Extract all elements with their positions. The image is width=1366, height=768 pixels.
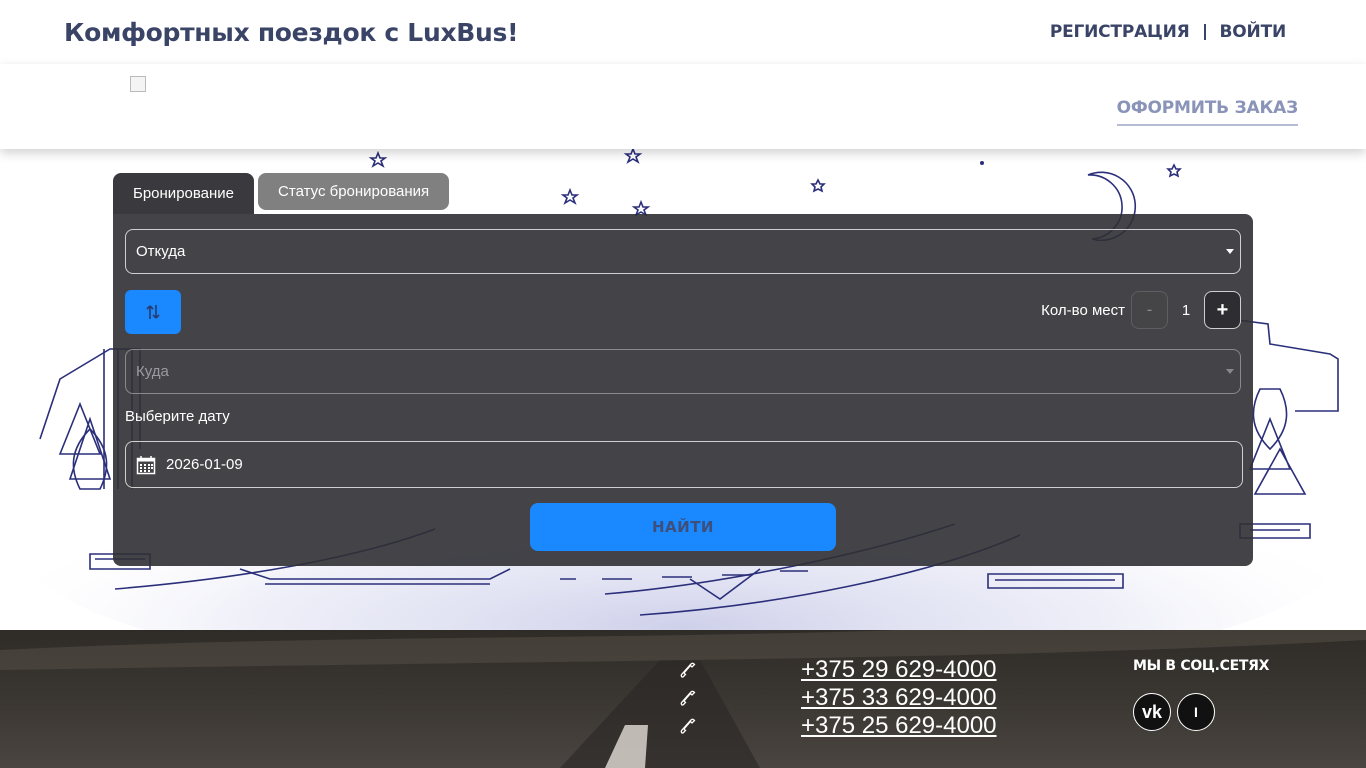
to-select-placeholder: Куда [136, 363, 169, 380]
booking-form: Откуда Кол-во мест - 1 + Куда Выберите д… [113, 214, 1253, 566]
top-header: Комфортных поездок с LuxBus! РЕГИСТРАЦИЯ… [0, 0, 1366, 64]
phone-icon [680, 662, 696, 678]
seats-count: 1 [1181, 301, 1191, 319]
booking-tabs: Бронирование Статус бронирования [113, 173, 450, 214]
auth-links: РЕГИСТРАЦИЯ ВОЙТИ [1050, 22, 1286, 42]
chevron-down-icon [1226, 369, 1234, 374]
find-button[interactable]: НАЙТИ [530, 503, 836, 551]
instagram-icon[interactable]: I [1177, 693, 1215, 731]
date-value: 2026-01-09 [166, 456, 243, 473]
site-title: Комфортных поездок с LuxBus! [64, 18, 519, 47]
login-link[interactable]: ВОЙТИ [1220, 22, 1287, 42]
vk-icon[interactable]: vk [1133, 693, 1171, 731]
phone-link[interactable]: +375 33 629-4000 [801, 684, 997, 712]
calendar-icon [136, 455, 156, 474]
date-input[interactable]: 2026-01-09 [125, 441, 1243, 488]
phone-row: +375 25 629-4000 [678, 712, 997, 740]
from-select-value: Откуда [136, 243, 186, 260]
footer: +375 29 629-4000 +375 33 629-4000 +375 2… [0, 630, 1366, 768]
seats-decrement-button[interactable]: - [1131, 291, 1168, 329]
tab-booking[interactable]: Бронирование [113, 173, 255, 214]
phone-row: +375 33 629-4000 [678, 684, 997, 712]
register-link[interactable]: РЕГИСТРАЦИЯ [1050, 22, 1190, 42]
swap-direction-button[interactable] [125, 290, 181, 334]
navbar: ОФОРМИТЬ ЗАКАЗ [0, 64, 1366, 149]
phone-link[interactable]: +375 29 629-4000 [801, 656, 997, 684]
to-select[interactable]: Куда [125, 349, 1241, 394]
phone-icon [680, 718, 696, 734]
tab-booking-status[interactable]: Статус бронирования [258, 173, 450, 210]
phone-icon [680, 690, 696, 706]
swap-arrows-icon [146, 305, 160, 319]
broken-image-icon[interactable] [130, 76, 146, 92]
social-links: vk I [1133, 693, 1215, 731]
phone-list: +375 29 629-4000 +375 33 629-4000 +375 2… [678, 656, 997, 740]
seats-increment-button[interactable]: + [1204, 291, 1241, 329]
date-label: Выберите дату [125, 408, 230, 425]
from-select[interactable]: Откуда [125, 229, 1241, 274]
hero-section: Бронирование Статус бронирования Откуда … [0, 149, 1366, 630]
phone-link[interactable]: +375 25 629-4000 [801, 712, 997, 740]
seats-control: Кол-во мест - 1 + [1041, 291, 1241, 329]
phone-row: +375 29 629-4000 [678, 656, 997, 684]
chevron-down-icon [1226, 249, 1234, 254]
social-title: МЫ В СОЦ.СЕТЯХ [1133, 658, 1270, 674]
order-link[interactable]: ОФОРМИТЬ ЗАКАЗ [1116, 98, 1298, 126]
seats-label: Кол-во мест [1041, 301, 1125, 319]
auth-divider [1203, 24, 1206, 40]
